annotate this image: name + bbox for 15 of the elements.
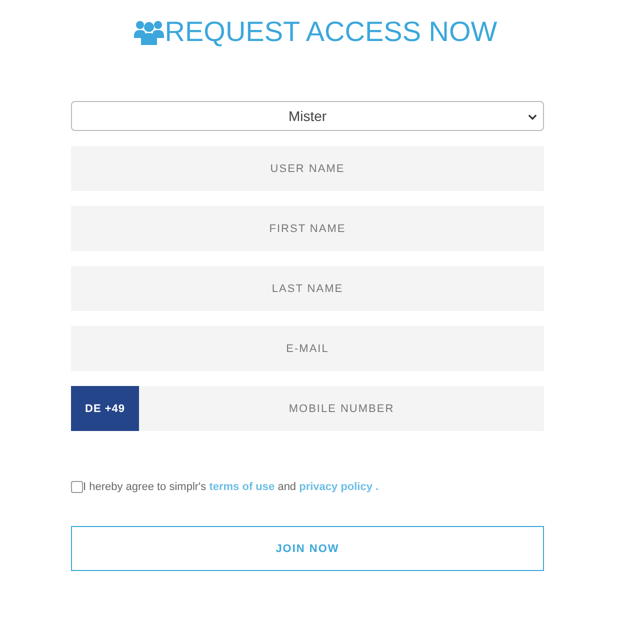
privacy-link[interactable]: privacy policy . (299, 481, 379, 493)
input-field[interactable]: LAST NAME (71, 266, 544, 311)
form-title: REQUEST ACCESS NOW (164, 16, 498, 48)
mobile-number-field[interactable]: MOBILE NUMBER (139, 386, 544, 431)
input-field[interactable]: FIRST NAME (71, 206, 544, 251)
join-button[interactable]: JOIN NOW (71, 526, 544, 571)
agreement-text: I hereby agree to simplr's terms of use and privacy policy . (83, 481, 379, 493)
terms-link[interactable]: terms of use (209, 481, 275, 493)
salutation-select[interactable]: Mister (71, 101, 544, 131)
input-field[interactable]: USER NAME (71, 146, 544, 191)
input-field[interactable]: E-MAIL (71, 326, 544, 371)
agree-checkbox[interactable] (71, 481, 83, 493)
chevron-down-icon (528, 114, 537, 120)
country-code-button[interactable]: DE +49 (71, 386, 139, 431)
users-icon (134, 19, 164, 45)
